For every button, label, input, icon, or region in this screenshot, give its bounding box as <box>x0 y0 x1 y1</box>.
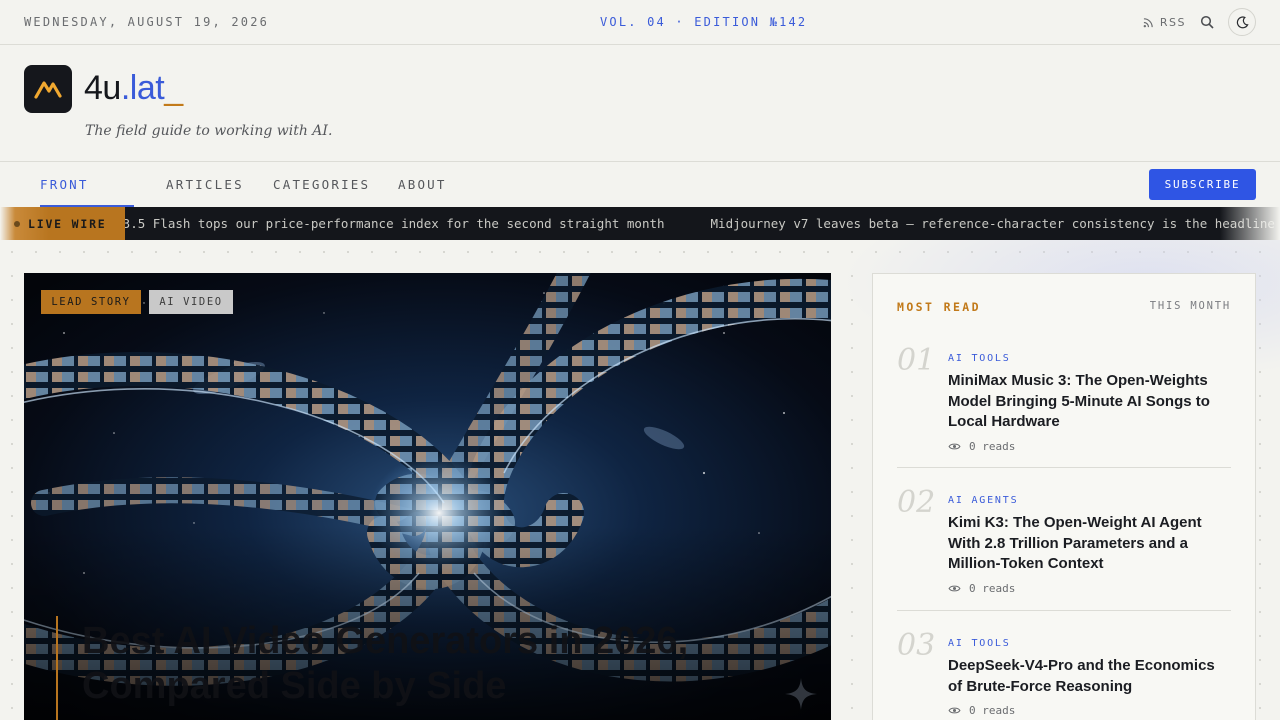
current-date: WEDNESDAY, AUGUST 19, 2026 <box>24 15 270 29</box>
article-category[interactable]: AI TOOLS <box>948 353 1231 364</box>
brand-main: 4u <box>84 69 121 107</box>
lead-headline[interactable]: Best AI Video Generators in 2026, Compar… <box>82 619 762 709</box>
moon-icon <box>1236 15 1249 29</box>
logo-mark[interactable] <box>24 65 72 113</box>
eye-icon <box>948 706 961 715</box>
topbar-actions: RSS <box>1143 8 1256 36</box>
read-count: 0 reads <box>948 440 1231 453</box>
headline-accent-rule <box>56 616 58 720</box>
edition-label: VOL. 04 · EDITION №142 <box>600 15 808 29</box>
live-wire-label: LIVE WIRE <box>28 216 107 231</box>
ticker-fade <box>1220 207 1280 240</box>
brand-tld: .lat <box>120 69 165 107</box>
search-icon[interactable] <box>1200 15 1214 29</box>
most-read-period: THIS MONTH <box>1149 300 1231 312</box>
top-utility-bar: WEDNESDAY, AUGUST 19, 2026 VOL. 04 · EDI… <box>0 0 1280 45</box>
live-wire-badge: LIVE WIRE <box>0 207 125 240</box>
read-count-text: 0 reads <box>969 581 1016 595</box>
article-title[interactable]: DeepSeek-V4-Pro and the Economics of Bru… <box>948 656 1231 697</box>
rank-number: 01 <box>897 343 936 378</box>
rank-number: 02 <box>897 485 936 520</box>
read-count: 0 reads <box>948 582 1231 595</box>
article-title[interactable]: Kimi K3: The Open-Weight AI Agent With 2… <box>948 513 1231 575</box>
subscribe-button[interactable]: SUBSCRIBE <box>1149 169 1256 200</box>
rss-link[interactable]: RSS <box>1143 16 1186 29</box>
live-wire-ticker: LIVE WIRE Gemini 3.5 Flash tops our pric… <box>0 207 1280 240</box>
nav-front-page[interactable]: FRONT PAGE <box>40 162 134 237</box>
most-read-header: MOST READ THIS MONTH <box>897 300 1231 314</box>
read-count: 0 reads <box>948 704 1231 717</box>
article-category[interactable]: AI AGENTS <box>948 495 1231 506</box>
lead-story-tag: LEAD STORY <box>41 290 141 314</box>
nav-categories[interactable]: CATEGORIES <box>273 162 370 207</box>
site-tagline: The field guide to working with AI. <box>85 123 333 139</box>
sparkle-icon <box>784 677 818 715</box>
most-read-panel: MOST READ THIS MONTH 01 AI TOOLS MiniMax… <box>872 273 1256 720</box>
nav-articles[interactable]: ARTICLES <box>166 162 244 207</box>
theme-toggle-button[interactable] <box>1228 8 1256 36</box>
divider <box>897 610 1231 611</box>
lead-category-tag[interactable]: AI VIDEO <box>149 290 233 314</box>
primary-nav: FRONT PAGE ARTICLES CATEGORIES ABOUT SUB… <box>0 161 1280 237</box>
ticker-item[interactable]: Gemini 3.5 Flash tops our price-performa… <box>70 216 665 231</box>
rss-label: RSS <box>1159 15 1186 29</box>
eye-icon <box>948 584 961 593</box>
ticker-item[interactable]: Midjourney v7 leaves beta — reference-ch… <box>711 216 1275 231</box>
eye-icon <box>948 442 961 451</box>
article-category[interactable]: AI TOOLS <box>948 638 1231 649</box>
rss-icon <box>1143 17 1154 28</box>
read-count-text: 0 reads <box>969 704 1016 717</box>
logo-icon <box>33 78 63 100</box>
ticker-items: Gemini 3.5 Flash tops our price-performa… <box>70 207 1280 240</box>
divider <box>897 467 1231 468</box>
lead-story-card[interactable]: LEAD STORY AI VIDEO Best AI Video Genera… <box>24 273 831 720</box>
rank-number: 03 <box>897 628 936 663</box>
nav-about[interactable]: ABOUT <box>398 162 447 207</box>
most-read-title: MOST READ <box>897 300 981 314</box>
brand-cursor: _ <box>164 69 183 107</box>
live-dot-icon <box>14 220 20 227</box>
site-brand[interactable]: 4u.lat_ <box>84 69 183 108</box>
article-title[interactable]: MiniMax Music 3: The Open-Weights Model … <box>948 371 1231 433</box>
read-count-text: 0 reads <box>969 439 1016 453</box>
